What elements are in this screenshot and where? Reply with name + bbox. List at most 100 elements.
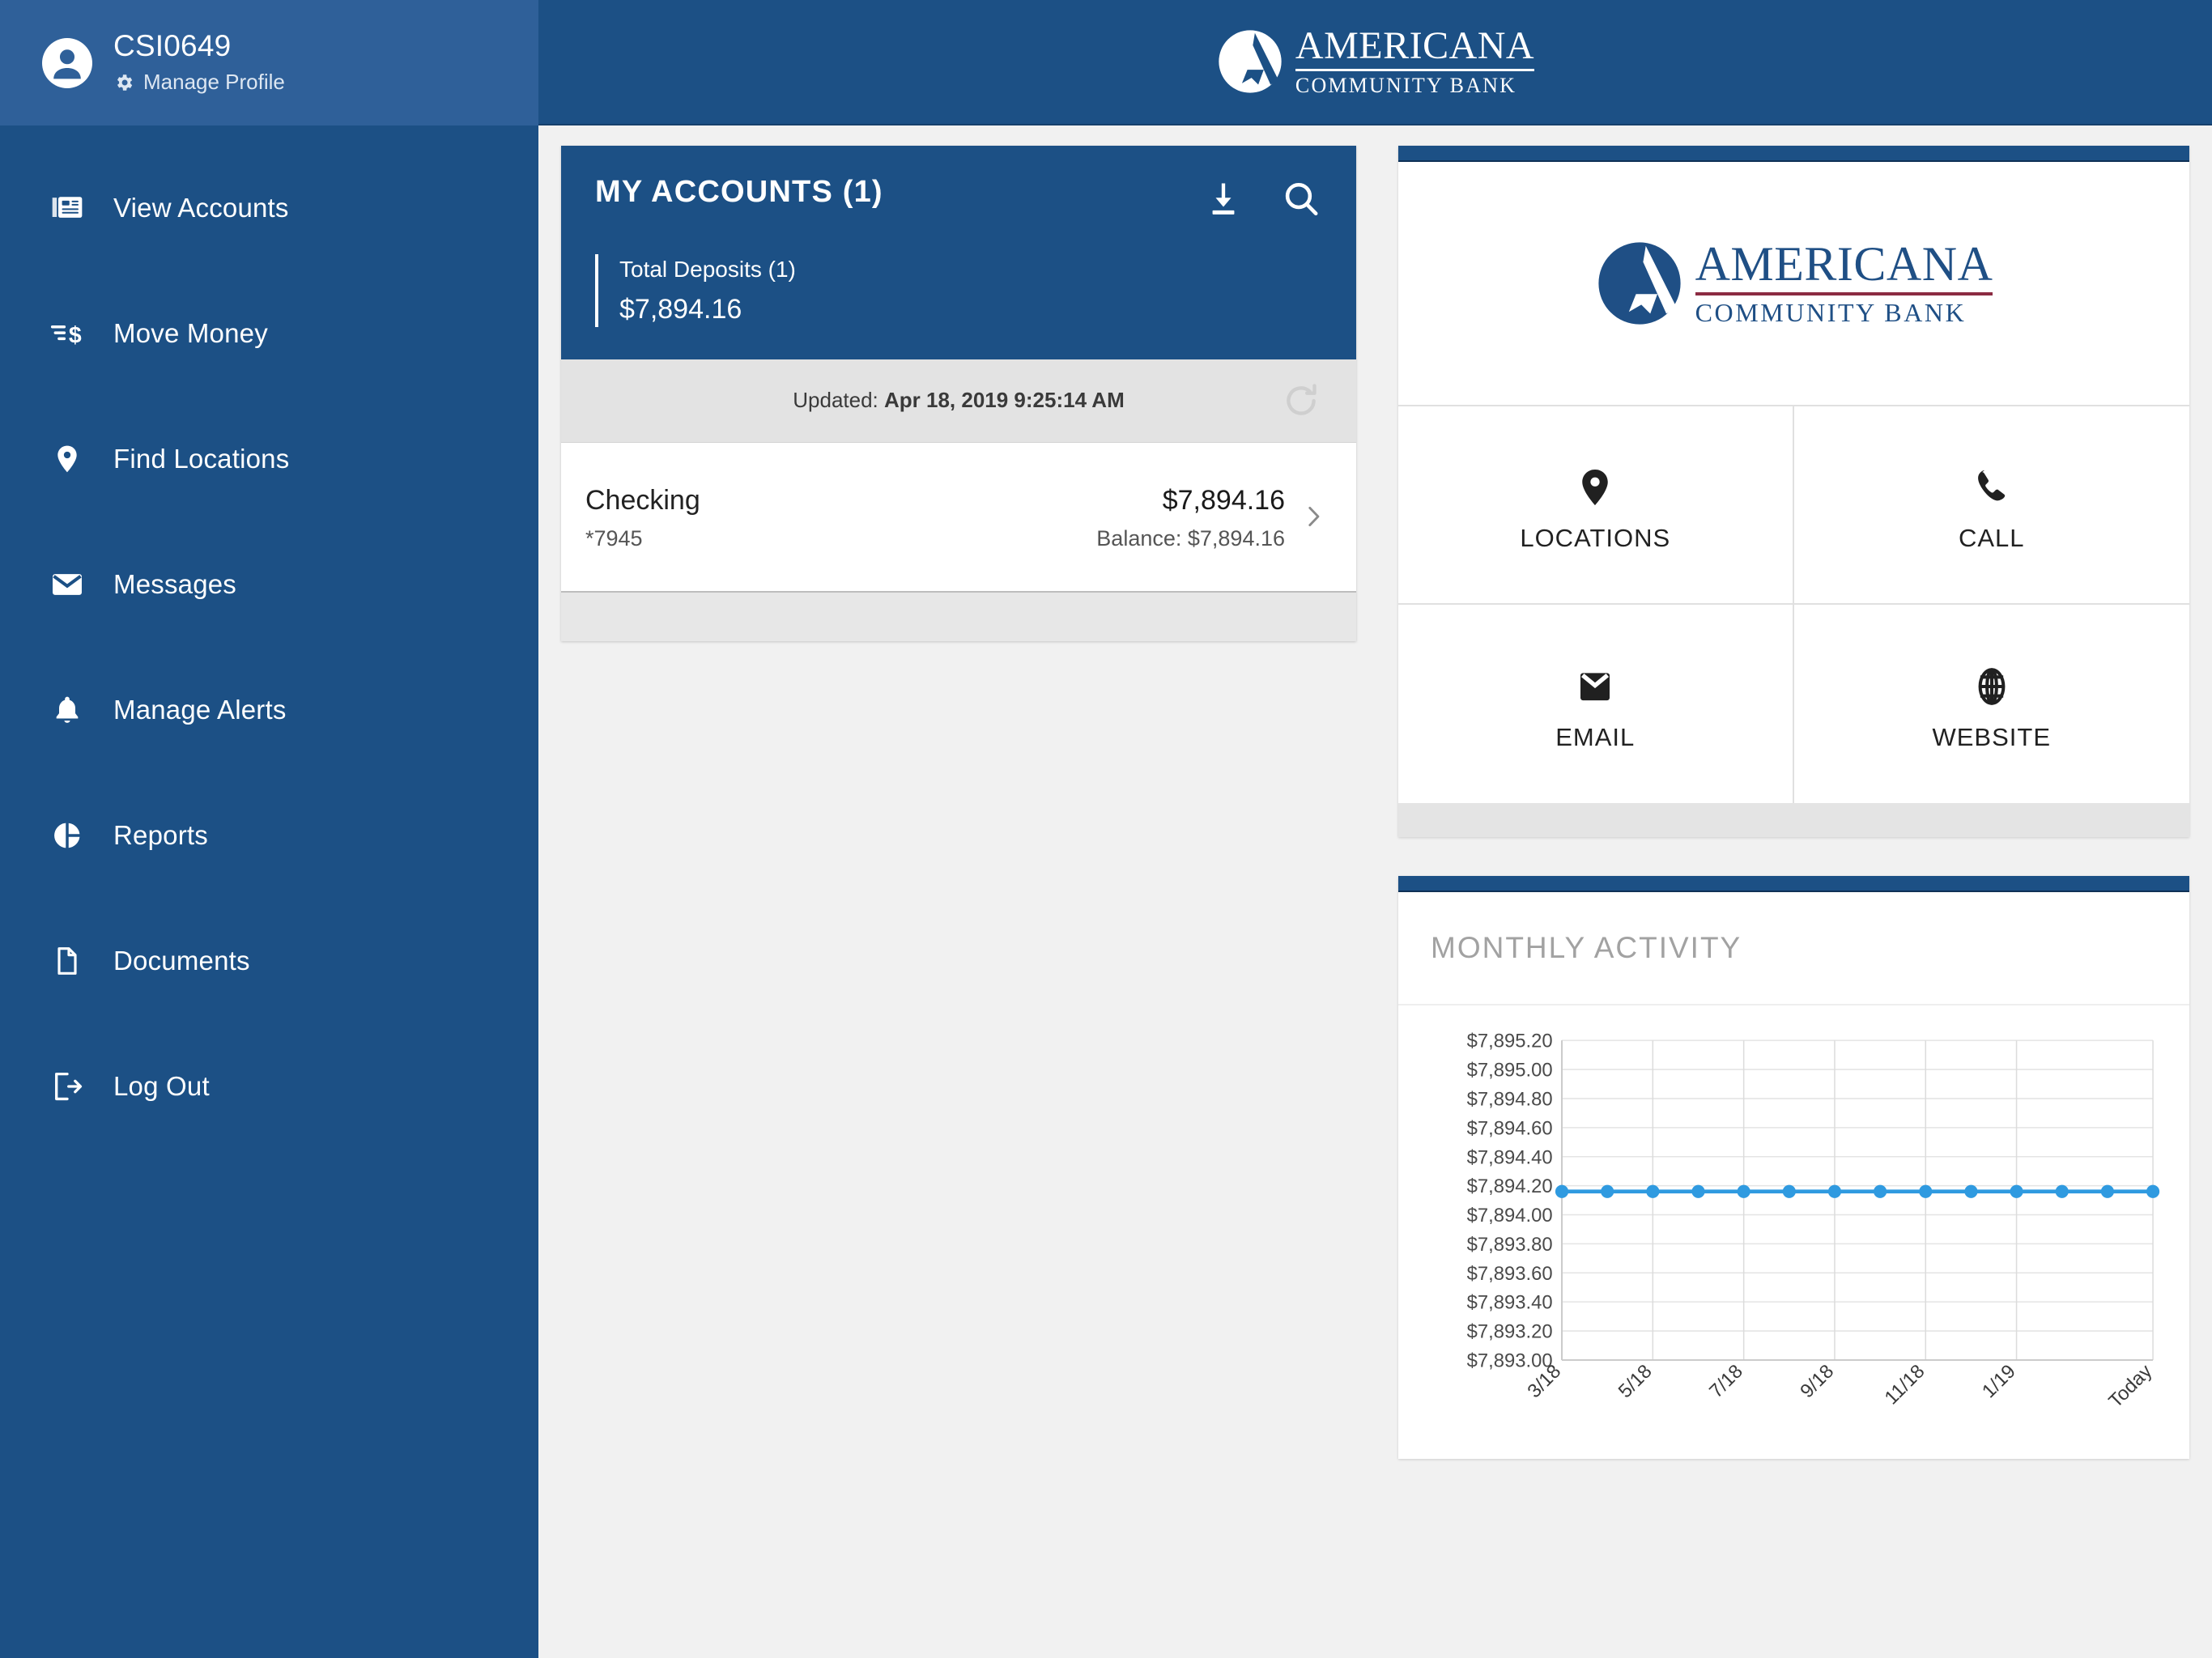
account-name: Checking [585,484,700,516]
panel-accent-bar [1398,876,2189,892]
logout-icon [39,1069,96,1103]
account-number: *7945 [585,526,643,551]
chart-data-point[interactable] [2010,1184,2023,1198]
tile-label: EMAIL [1555,722,1636,751]
monthly-activity-header: MONTHLY ACTIVITY [1398,892,2189,1005]
manage-profile-link[interactable]: Manage Profile [113,70,285,95]
y-axis-tick-label: $7,895.00 [1467,1060,1553,1082]
sidebar-item-view-accounts[interactable]: View Accounts [0,145,538,270]
chart-data-point[interactable] [2146,1184,2160,1198]
download-icon[interactable] [1202,178,1244,220]
chart-data-point[interactable] [1782,1184,1796,1198]
brand-name-bottom: COMMUNITY BANK [1695,297,1967,327]
tile-label: CALL [1958,523,2025,552]
brand-divider [1295,69,1535,72]
sidebar-item-reports[interactable]: Reports [0,772,538,898]
updated-timestamp: Apr 18, 2019 9:25:14 AM [884,388,1125,413]
sidebar-item-label: Reports [113,819,208,850]
y-axis-tick-label: $7,894.40 [1467,1146,1553,1168]
chart-data-point[interactable] [1964,1184,1978,1198]
email-button[interactable]: EMAIL [1398,605,1794,803]
americana-mark-icon [1597,242,1681,325]
y-axis-tick-label: $7,893.00 [1467,1350,1553,1372]
chart-data-point[interactable] [1646,1184,1660,1198]
person-circle-icon [39,37,96,88]
sidebar-item-label: Manage Alerts [113,694,287,725]
y-axis-tick-label: $7,893.40 [1467,1292,1553,1314]
x-axis-tick-label: 11/18 [1881,1360,1929,1409]
x-axis-tick-label: 5/18 [1614,1360,1657,1402]
locations-button[interactable]: LOCATIONS [1398,406,1794,605]
total-deposits: Total Deposits (1) $7,894.16 [595,254,1322,327]
sidebar-item-label: Find Locations [113,443,290,474]
brand-divider [1695,291,1993,295]
sidebar-item-label: Documents [113,945,250,976]
y-axis-tick-label: $7,894.80 [1467,1089,1553,1111]
call-button[interactable]: CALL [1793,406,2189,605]
accounts-column: MY ACCOUNTS (1) Total Deposits (1) $7,89… [538,125,1380,1658]
updated-text: Updated: Apr 18, 2019 9:25:14 AM [793,388,1125,413]
chart-data-point[interactable] [1827,1184,1842,1198]
bell-icon [39,694,96,726]
americana-mark-icon [1219,30,1282,94]
sidebar-item-log-out[interactable]: Log Out [0,1023,538,1149]
sidebar-item-move-money[interactable]: $ Move Money [0,270,538,396]
bank-logo-block: AMERICANA COMMUNITY BANK [1398,162,2189,405]
chart-data-point[interactable] [1874,1184,1887,1198]
updated-prefix: Updated: [793,388,884,413]
table-row[interactable]: Checking *7945 $7,894.16 Balance: $7,894… [561,442,1356,593]
my-accounts-card: MY ACCOUNTS (1) Total Deposits (1) $7,89… [561,146,1356,641]
chart-data-point[interactable] [1691,1184,1705,1198]
y-axis-tick-label: $7,893.60 [1467,1263,1553,1285]
sidebar-item-find-locations[interactable]: Find Locations [0,396,538,521]
brand-wordmark: AMERICANA COMMUNITY BANK [1295,23,1535,96]
chart-data-point[interactable] [1919,1184,1933,1198]
refresh-icon[interactable] [1280,380,1322,422]
brand-logo: AMERICANA COMMUNITY BANK [1216,23,1535,96]
brand-logo-color: AMERICANA COMMUNITY BANK [1595,239,1993,328]
website-button[interactable]: WEBSITE [1793,605,2189,803]
transfer-money-icon: $ [39,316,96,351]
sidebar-item-documents[interactable]: Documents [0,898,538,1023]
chart-data-point[interactable] [2055,1184,2069,1198]
y-axis-tick-label: $7,894.00 [1467,1205,1553,1226]
y-axis-tick-label: $7,894.60 [1467,1117,1553,1139]
chart-data-point[interactable] [2100,1184,2114,1198]
sidebar-item-messages[interactable]: Messages [0,521,538,647]
phone-icon [1970,457,2014,517]
sidebar-item-label: View Accounts [113,192,289,223]
svg-text:$: $ [69,322,82,348]
profile-header[interactable]: CSI0649 Manage Profile [0,0,538,125]
sidebar: CSI0649 Manage Profile View Accounts $ M… [0,0,538,1658]
search-icon[interactable] [1280,178,1322,220]
globe-icon [1970,657,2014,716]
app-header: AMERICANA COMMUNITY BANK [538,0,2212,125]
brand-name-top: AMERICANA [1295,23,1535,67]
gear-icon [117,74,133,91]
y-axis-tick-label: $7,893.20 [1467,1321,1553,1343]
my-accounts-header: MY ACCOUNTS (1) Total Deposits (1) $7,89… [561,146,1356,359]
accounts-icon [39,190,96,226]
chart-data-point[interactable] [1737,1184,1750,1198]
chart-data-point[interactable] [1555,1184,1569,1198]
tile-label: WEBSITE [1932,722,2051,751]
panel-accent-bar [1398,146,2189,162]
y-axis-tick-label: $7,895.20 [1467,1031,1553,1052]
total-deposits-value: $7,894.16 [619,293,742,325]
chart-data-point[interactable] [1601,1184,1614,1198]
main-area: AMERICANA COMMUNITY BANK MY ACCOUNTS (1) [538,0,2212,1658]
tile-label: LOCATIONS [1520,523,1671,552]
sidebar-item-label: Log Out [113,1070,210,1101]
sidebar-item-label: Messages [113,568,237,599]
monthly-activity-panel: MONTHLY ACTIVITY $7,895.20 $7,895.00 $7,89… [1398,876,2189,1459]
contact-panel-footer [1398,803,2189,837]
page-title: MONTHLY ACTIVITY [1431,931,1742,964]
sidebar-nav: View Accounts $ Move Money Find Location… [0,125,538,1149]
account-amount: $7,894.16 [1162,484,1285,516]
account-balance: Balance: $7,894.16 [1096,526,1285,551]
online-banking-app: CSI0649 Manage Profile View Accounts $ M… [0,0,2212,1658]
chevron-right-icon[interactable] [1300,503,1327,530]
profile-username: CSI0649 [113,28,232,62]
envelope-icon [1573,657,1617,716]
sidebar-item-manage-alerts[interactable]: Manage Alerts [0,647,538,772]
